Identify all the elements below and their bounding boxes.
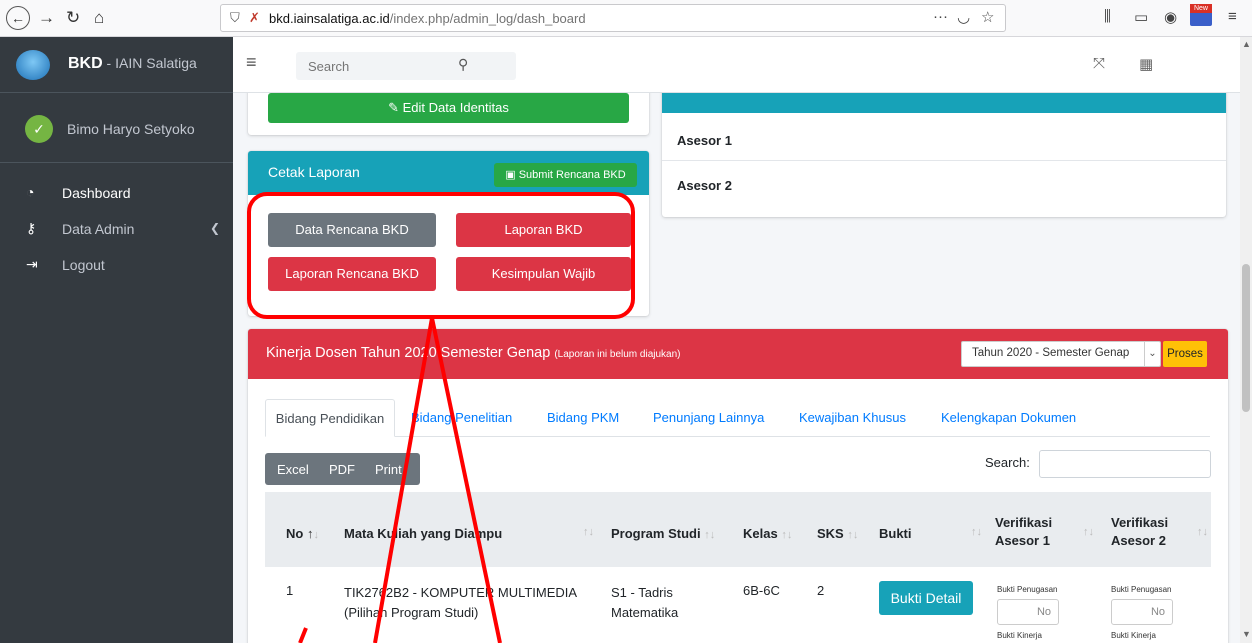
- annotation-arrow-line-left: [373, 317, 434, 643]
- annotation-arrow-tail: [298, 627, 308, 643]
- annotation-highlight-box: [247, 192, 635, 319]
- annotation-arrow-line-right: [430, 317, 502, 643]
- annotation-overlay: [247, 192, 635, 643]
